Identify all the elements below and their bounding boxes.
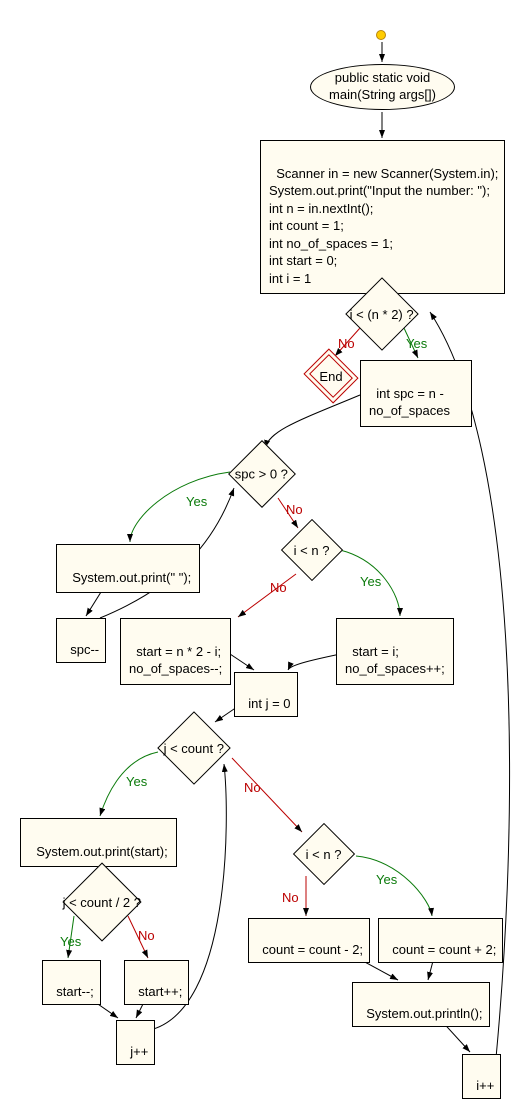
edge-d3-yes: Yes	[360, 574, 381, 589]
node-jinc-text: j++	[130, 1044, 148, 1059]
node-startinc: start++;	[124, 960, 189, 1005]
node-spcdec: spc--	[56, 618, 106, 663]
node-d3-text: i < n ?	[290, 543, 334, 558]
node-pstart-text: System.out.print(start);	[36, 844, 167, 859]
node-iinc-text: i++	[476, 1078, 494, 1093]
node-println-text: System.out.println();	[366, 1006, 482, 1021]
node-jinc: j++	[116, 1020, 155, 1065]
node-end-text: End	[310, 358, 352, 394]
node-d3: i < n ?	[281, 519, 343, 581]
edge-d6-no: No	[282, 890, 299, 905]
node-startinc-text: start++;	[138, 984, 182, 999]
node-d4-text: j < count ?	[160, 741, 228, 756]
node-countinc: count = count + 2;	[378, 918, 503, 963]
node-j0: int j = 0	[234, 672, 298, 717]
edge-d5-yes: Yes	[60, 934, 81, 949]
node-d4: j < count ?	[157, 711, 231, 785]
node-d2-text: spc > 0 ?	[231, 467, 292, 482]
node-spc-text: int spc = n - no_of_spaces	[369, 386, 450, 419]
edge-d4-no: No	[244, 780, 261, 795]
node-d6: i < n ?	[293, 823, 355, 885]
edge-d1-yes: Yes	[406, 336, 427, 351]
node-pstart: System.out.print(start);	[20, 818, 177, 867]
edge-d6-yes: Yes	[376, 872, 397, 887]
node-d5-text: j < count / 2 ?	[59, 895, 145, 910]
edge-d2-yes: Yes	[186, 494, 207, 509]
node-end: End	[310, 358, 352, 394]
node-j0-text: int j = 0	[248, 696, 290, 711]
node-init: Scanner in = new Scanner(System.in); Sys…	[260, 140, 505, 294]
node-startdec: start--;	[42, 960, 101, 1005]
node-main: public static void main(String args[])	[310, 64, 455, 110]
edge-d3-no: No	[270, 580, 287, 595]
edge-d4-yes: Yes	[126, 774, 147, 789]
edge-d5-no: No	[138, 928, 155, 943]
node-d5: j < count / 2 ?	[62, 862, 141, 941]
node-countdec-text: count = count - 2;	[262, 942, 363, 957]
node-pspace: System.out.print(" ");	[56, 544, 200, 593]
node-startdec-text: start--;	[56, 984, 94, 999]
node-d1-text: i < (n * 2) ?	[346, 307, 418, 322]
node-pspace-text: System.out.print(" ");	[72, 570, 191, 585]
node-spcdec-text: spc--	[70, 642, 99, 657]
node-countinc-text: count = count + 2;	[392, 942, 496, 957]
node-starti: start = i; no_of_spaces++;	[336, 618, 454, 685]
node-startn2i: start = n * 2 - i; no_of_spaces--;	[120, 618, 231, 685]
node-spc: int spc = n - no_of_spaces	[360, 360, 472, 427]
node-d2: spc > 0 ?	[228, 440, 296, 508]
start-dot	[376, 30, 386, 40]
node-countdec: count = count - 2;	[248, 918, 370, 963]
edge-d1-no: No	[338, 336, 355, 351]
node-iinc: i++	[462, 1054, 501, 1099]
node-starti-text: start = i; no_of_spaces++;	[345, 644, 445, 677]
edge-d2-no: No	[286, 502, 303, 517]
node-main-text: public static void main(String args[])	[329, 70, 436, 104]
node-init-text: Scanner in = new Scanner(System.in); Sys…	[269, 166, 498, 286]
node-d6-text: i < n ?	[302, 847, 346, 862]
node-println: System.out.println();	[352, 982, 490, 1027]
node-startn2i-text: start = n * 2 - i; no_of_spaces--;	[129, 644, 222, 677]
